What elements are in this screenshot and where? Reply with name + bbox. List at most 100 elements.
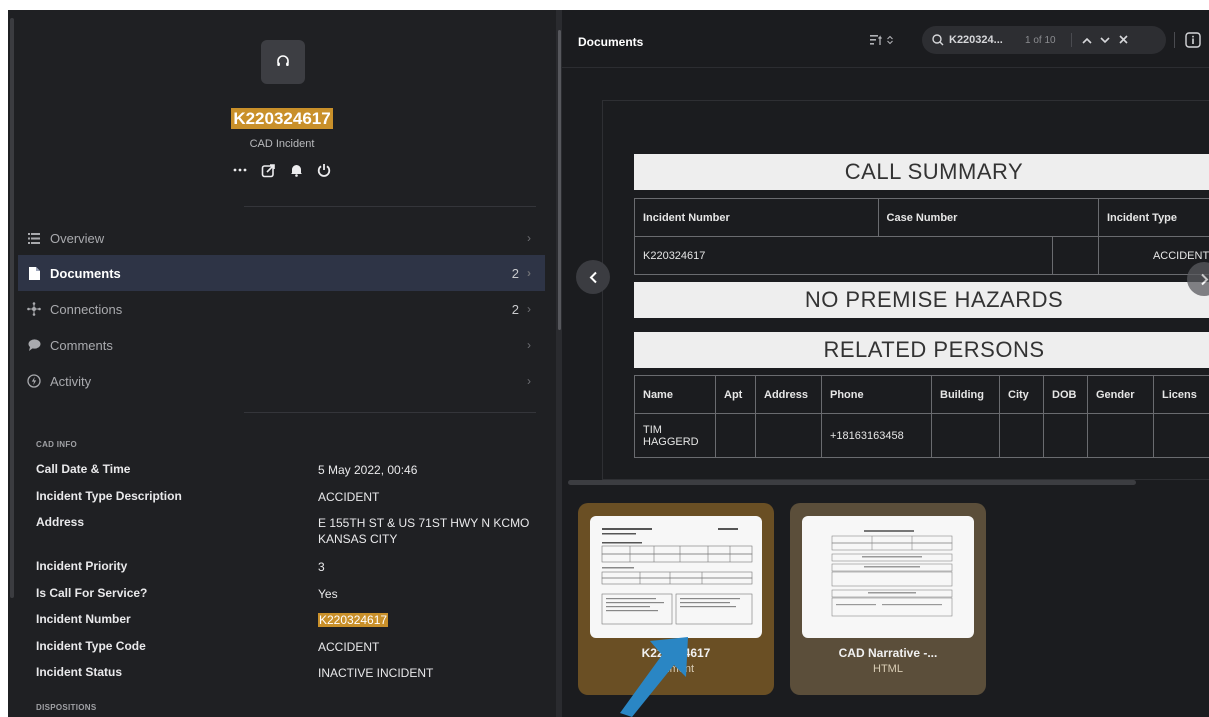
nav-connections[interactable]: Connections 2 ›: [18, 291, 545, 327]
previous-page-button[interactable]: [576, 260, 610, 294]
search-match-count: 1 of 10: [1025, 34, 1056, 46]
chevron-down-icon: [1100, 37, 1110, 44]
share-icon[interactable]: [260, 162, 276, 178]
section-label-dispositions: DISPOSITIONS: [36, 703, 97, 712]
info-key: Call Date & Time: [36, 462, 131, 476]
info-value: 5 May 2022, 00:46: [318, 463, 418, 477]
info-value: ACCIDENT: [318, 490, 380, 504]
info-value: K220324617: [318, 612, 538, 628]
table-header: Case Number: [877, 198, 1099, 237]
app-window: K220324617 CAD Incident Overview › Docum…: [8, 10, 1209, 717]
table-cell: [1153, 413, 1209, 458]
clear-search-button[interactable]: [1114, 33, 1132, 47]
nav-label: Overview: [50, 230, 105, 246]
chevron-right-icon: ›: [527, 374, 531, 388]
document-search[interactable]: K220324... 1 of 10: [922, 26, 1166, 54]
table-cell: TIM HAGGERD: [634, 413, 716, 458]
info-key: Address: [36, 515, 85, 529]
table-header: Incident Number: [634, 198, 879, 237]
list-icon: [26, 232, 42, 244]
nav-comments[interactable]: Comments ›: [18, 327, 545, 363]
sort-button[interactable]: [870, 34, 893, 46]
table-cell: [755, 413, 822, 458]
document-page: CALL SUMMARY Incident Number Case Number…: [634, 149, 1209, 480]
thumbnail-name: CAD Narrative -...: [838, 646, 938, 660]
nav-label: Comments: [50, 337, 113, 353]
nav-overview[interactable]: Overview ›: [18, 220, 545, 256]
table-cell: K220324617: [634, 236, 1053, 275]
chevron-right-icon: ›: [527, 338, 531, 352]
table-header: City: [999, 375, 1044, 414]
close-icon: [1118, 35, 1128, 44]
table-cell: [715, 413, 756, 458]
table-header: Incident Type: [1097, 198, 1209, 237]
table-cell: [1087, 413, 1154, 458]
document-icon: [26, 266, 42, 280]
table-header: Licens: [1153, 375, 1209, 414]
headset-icon: [277, 55, 289, 66]
table-header: Phone: [821, 375, 932, 414]
table-header: Apt: [715, 375, 756, 414]
table-cell: [1051, 236, 1099, 275]
info-value: ACCIDENT: [318, 640, 380, 654]
activity-icon: [26, 374, 42, 388]
entity-title-text: K220324617: [231, 108, 333, 129]
panel-resize-handle[interactable]: [558, 30, 561, 330]
sort-icon: [870, 35, 882, 45]
previous-match-button[interactable]: [1078, 33, 1096, 47]
chevron-right-icon: ›: [527, 302, 531, 316]
info-key: Incident Type Description: [36, 489, 182, 503]
nav-count: 2: [511, 301, 519, 317]
next-match-button[interactable]: [1096, 33, 1114, 47]
table-header: DOB: [1043, 375, 1088, 414]
document-thumbnail[interactable]: CAD Narrative -... HTML: [790, 503, 986, 695]
table-header: Building: [931, 375, 1000, 414]
info-key: Incident Number: [36, 612, 131, 626]
nav-activity[interactable]: Activity ›: [18, 363, 545, 399]
chevron-right-icon: ›: [527, 266, 531, 280]
nav-count: 2: [511, 265, 519, 281]
thumbnail-type: HTML: [873, 663, 903, 675]
search-query[interactable]: K220324...: [949, 34, 1023, 46]
connections-icon: [26, 302, 42, 316]
info-value: 3: [318, 560, 325, 574]
documents-panel: Documents K220324... 1 of 10 CALL SUMMAR…: [562, 10, 1209, 717]
table-cell: [1043, 413, 1088, 458]
table-cell: [931, 413, 1000, 458]
chevron-right-icon: ›: [527, 231, 531, 245]
info-button[interactable]: [1185, 32, 1201, 48]
related-persons-table: Name Apt Address Phone Building City DOB…: [634, 375, 1209, 458]
horizontal-scrollbar[interactable]: [568, 480, 1136, 485]
document-preview: [590, 516, 762, 638]
info-key: Incident Priority: [36, 559, 128, 573]
bell-icon[interactable]: [288, 162, 304, 178]
chevron-up-icon: [1082, 37, 1092, 44]
premise-hazards-banner: NO PREMISE HAZARDS: [634, 282, 1209, 318]
entity-subtitle: CAD Incident: [249, 138, 315, 150]
separator: [1174, 32, 1175, 48]
nav-documents[interactable]: Documents 2 ›: [18, 255, 545, 291]
table-cell: [999, 413, 1044, 458]
table-header: Gender: [1087, 375, 1154, 414]
divider: [244, 412, 536, 413]
left-scrollbar[interactable]: [10, 18, 14, 598]
chevron-left-icon: [589, 271, 597, 283]
pointer-arrow-icon: [620, 637, 688, 717]
comment-icon: [26, 339, 42, 351]
entity-panel: K220324617 CAD Incident Overview › Docum…: [8, 10, 556, 717]
info-value: Yes: [318, 587, 338, 601]
nav-label: Activity: [50, 373, 92, 389]
related-persons-banner: RELATED PERSONS: [634, 332, 1209, 368]
table-cell: +18163163458: [821, 413, 932, 458]
power-icon[interactable]: [316, 162, 332, 178]
documents-header: Documents K220324... 1 of 10: [562, 10, 1209, 68]
nav-label: Documents: [50, 265, 121, 281]
separator: [1071, 33, 1072, 47]
incident-avatar: [261, 40, 305, 84]
chevron-up-down-icon: [887, 35, 893, 45]
search-icon: [932, 34, 944, 46]
chevron-right-icon: [1200, 273, 1208, 285]
info-key: Is Call For Service?: [36, 586, 148, 600]
more-icon[interactable]: [232, 162, 248, 178]
info-icon: [1185, 32, 1201, 48]
